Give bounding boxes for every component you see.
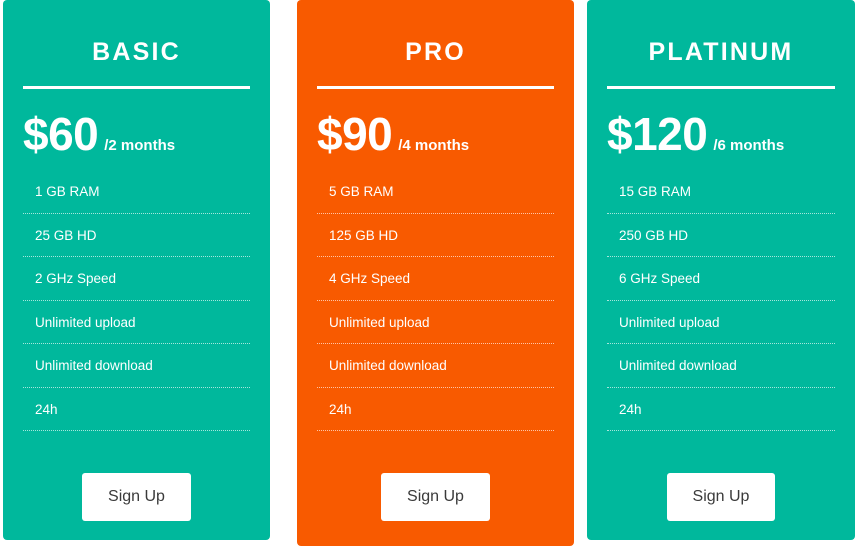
feature-item: 250 GB HD [607, 228, 835, 257]
feature-item: 2 GHz Speed [23, 272, 250, 301]
price-amount: $90 [317, 108, 393, 160]
feature-item: 1 GB RAM [23, 183, 250, 214]
feature-list: 15 GB RAM 250 GB HD 6 GHz Speed Unlimited u… [607, 157, 835, 431]
feature-item: 24h [23, 402, 250, 431]
price-row: $120/6 months [607, 89, 835, 157]
feature-item: Unlimited upload [23, 315, 250, 344]
feature-item: 25 GB HD [23, 228, 250, 257]
signup-button[interactable]: Sign Up [381, 473, 490, 521]
signup-button-container: Sign Up [23, 446, 250, 521]
pricing-table: BASIC $60/2 months 1 GB RAM 25 GB HD 2 GHz S… [0, 0, 862, 547]
feature-item: 15 GB RAM [607, 183, 835, 214]
feature-item: Unlimited upload [317, 315, 554, 344]
price-period: /6 months [713, 137, 785, 154]
price-amount: $120 [607, 108, 708, 160]
feature-item: Unlimited upload [607, 315, 835, 344]
feature-item: Unlimited download [317, 359, 554, 388]
signup-button-container: Sign Up [317, 446, 554, 521]
pricing-card-platinum: PLATINUM $120/6 months 15 GB RAM 250 GB HD 6… [587, 0, 855, 540]
feature-item: 125 GB HD [317, 228, 554, 257]
pricing-card-body: PRO $90/4 months 5 GB RAM 125 GB HD 4 GHz Sp… [297, 0, 574, 521]
feature-item: 6 GHz Speed [607, 272, 835, 301]
signup-button-container: Sign Up [607, 446, 835, 521]
plan-title: PLATINUM [648, 38, 794, 66]
pricing-card-basic: BASIC $60/2 months 1 GB RAM 25 GB HD 2 GHz S… [3, 0, 270, 540]
price-period: /2 months [104, 137, 176, 154]
price-row: $90/4 months [317, 89, 554, 157]
price-amount: $60 [23, 108, 99, 160]
feature-item: 5 GB RAM [317, 183, 554, 214]
feature-list: 5 GB RAM 125 GB HD 4 GHz Speed Unlimited up… [317, 157, 554, 431]
plan-title: BASIC [92, 38, 181, 66]
feature-item: Unlimited download [607, 359, 835, 388]
price-row: $60/2 months [23, 89, 250, 157]
plan-title: PRO [405, 38, 466, 66]
feature-item: 24h [317, 402, 554, 431]
feature-item: 24h [607, 402, 835, 431]
feature-item: Unlimited download [23, 359, 250, 388]
signup-button[interactable]: Sign Up [82, 473, 191, 521]
feature-item: 4 GHz Speed [317, 272, 554, 301]
feature-list: 1 GB RAM 25 GB HD 2 GHz Speed Unlimited upl… [23, 157, 250, 431]
pricing-card-body: BASIC $60/2 months 1 GB RAM 25 GB HD 2 GHz S… [3, 0, 270, 521]
signup-button[interactable]: Sign Up [666, 473, 776, 521]
price-period: /4 months [398, 137, 470, 154]
pricing-card-body: PLATINUM $120/6 months 15 GB RAM 250 GB HD 6… [587, 0, 855, 521]
pricing-card-pro: PRO $90/4 months 5 GB RAM 125 GB HD 4 GHz Sp… [297, 0, 574, 546]
